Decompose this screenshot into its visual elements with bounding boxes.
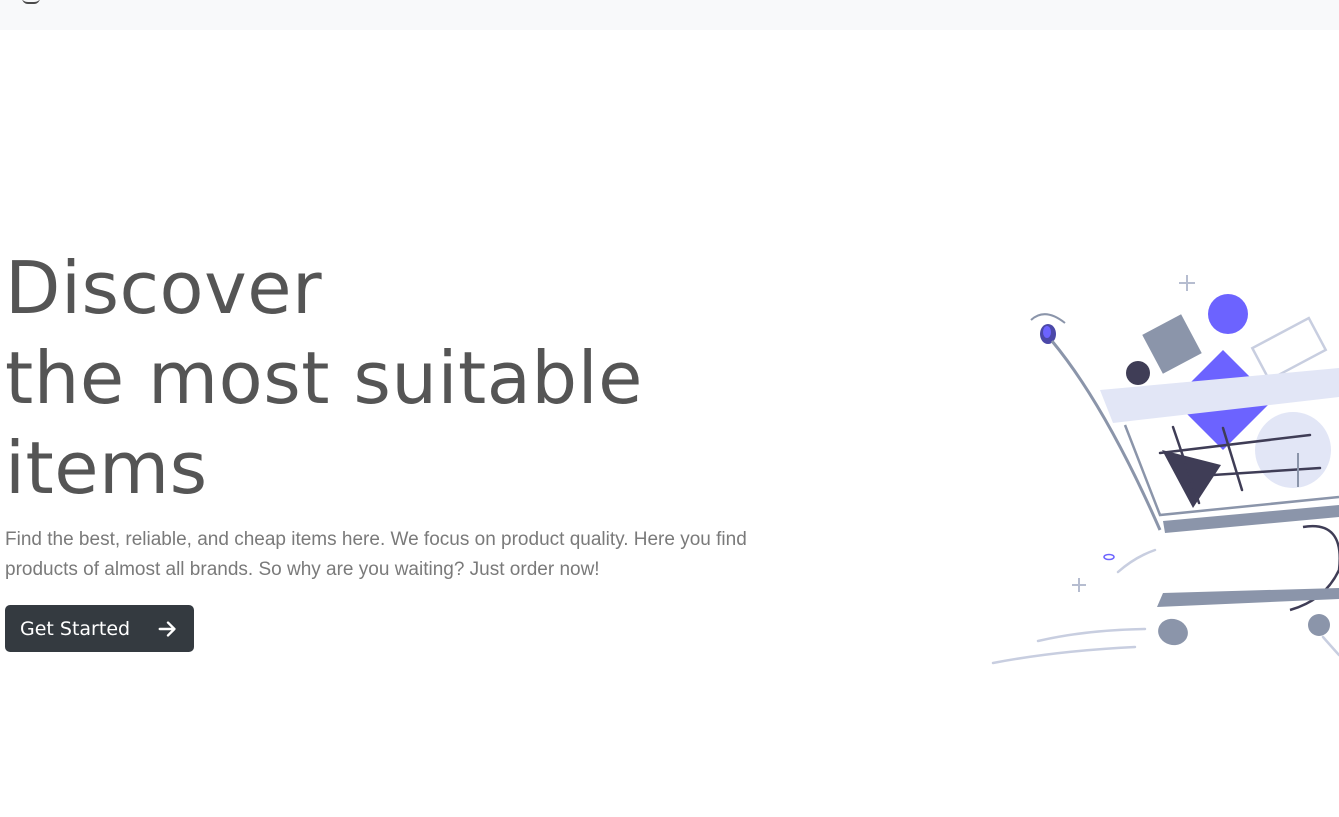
cart-bottom-rail [1163,505,1339,533]
hero-headline: Discover the most suitable items [5,243,765,513]
sparkle-plus-bottom [1072,578,1086,592]
cart-wheel-left [1158,618,1188,646]
shape-circle-dark [1126,361,1150,385]
headline-line-1: Discover [5,246,323,330]
cart-base [1157,588,1339,607]
sparkle-plus-top [1179,275,1195,291]
get-started-button[interactable]: Get Started [5,605,194,652]
headline-line-2: the most suitable [5,336,643,420]
cart-handle-arc [1030,313,1066,324]
arrow-right-icon [158,620,176,637]
top-navbar [0,0,1339,30]
hero-description: Find the best, reliable, and cheap items… [5,529,747,580]
shape-circle-blue [1208,294,1248,334]
motion-droplet [1103,553,1115,561]
hero-section: Discover the most suitable items Find th… [5,243,765,652]
cart-wheel-right [1308,614,1330,636]
shape-square-gray [1142,314,1202,374]
shopping-cart-illustration [991,275,1339,665]
headline-line-3: items [5,426,208,510]
shape-circle-light [1255,412,1331,488]
navbar-brand-fragment [22,0,40,4]
get-started-label: Get Started [20,617,131,640]
